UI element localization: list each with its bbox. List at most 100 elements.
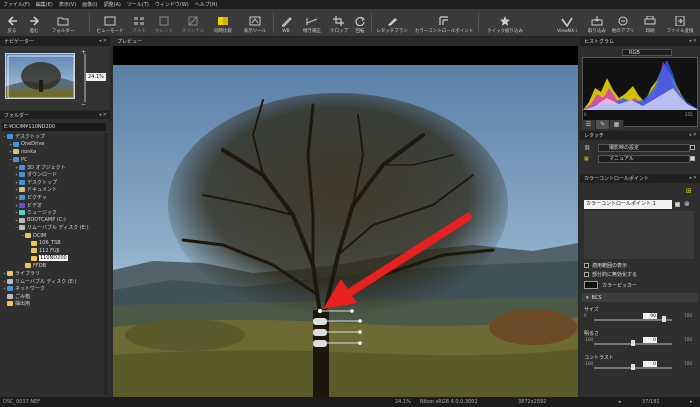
folder-tree-label: ビデオ	[27, 202, 43, 209]
panel-controls-icon[interactable]: ◂ ✕	[689, 175, 697, 181]
preview-image[interactable]	[113, 65, 578, 407]
prev-image-icon[interactable]: ◂	[618, 399, 621, 405]
menu-adjust[interactable]: 調整(A)	[104, 1, 121, 8]
folder-tree-item[interactable]: + BOOTCAMP (C:)	[0, 217, 108, 225]
crop-button[interactable]: クロップ	[328, 10, 350, 36]
retouch-shot-settings-checkbox[interactable]	[690, 145, 695, 150]
folder-icon	[31, 240, 37, 246]
color-picker-row[interactable]: カラーピッカー	[584, 281, 637, 289]
folder-tree-item[interactable]: − PC	[0, 156, 108, 164]
folder-scrollbar[interactable]	[104, 133, 108, 395]
folder-path-field[interactable]: E:¥DCIM¥110ND200	[2, 123, 106, 131]
retouch-row-manual[interactable]: ▦ マニュアル	[584, 155, 690, 163]
ccp-enable-checkbox[interactable]	[675, 202, 680, 207]
retouch-manual-checkbox[interactable]	[690, 156, 695, 161]
folder-icon	[13, 149, 19, 155]
other-apps-button[interactable]: 他のアプリ	[611, 10, 635, 36]
folder-tree-item[interactable]: 112 FUJI	[0, 247, 108, 255]
ccp-disable-partial-option[interactable]: 部分的に無効化する	[584, 271, 637, 278]
menu-window[interactable]: ウィンドウ(W)	[155, 1, 189, 8]
menu-tools[interactable]: ツール(T)	[127, 1, 149, 8]
arrow-right-icon	[28, 15, 40, 26]
folder-tree-label: OneDrive	[21, 141, 45, 148]
menu-view[interactable]: 表示(V)	[59, 1, 76, 8]
folder-tree-label: ミュージック	[27, 210, 57, 217]
import-button[interactable]: 取り込み	[587, 10, 607, 36]
retouch-manual-select[interactable]: マニュアル	[598, 155, 690, 163]
retouch-shot-settings-select[interactable]: 撮影時の設定	[598, 144, 690, 152]
menu-file[interactable]: ファイル(F)	[3, 1, 30, 8]
panel-controls-icon[interactable]: ◂ ✕	[689, 38, 697, 44]
file-output-button[interactable]: ファイル変換	[665, 10, 695, 36]
folder-tree-item[interactable]: + ビデオ	[0, 201, 108, 209]
folder-button[interactable]: フォルダー	[50, 10, 76, 36]
folder-tree-item[interactable]: − デスクトップ	[0, 133, 108, 141]
histogram-channel-select[interactable]: RGB	[622, 49, 672, 56]
add-control-point-icon[interactable]: ⊞	[686, 187, 692, 195]
zoom-out-icon[interactable]: −	[81, 101, 86, 108]
tab-edit[interactable]: ✎	[596, 120, 610, 129]
back-button[interactable]: 戻る	[5, 10, 19, 36]
navigator-thumbnail[interactable]	[5, 53, 75, 99]
viewnx-button[interactable]: ViewNX-i	[555, 10, 579, 36]
ccp-header: カラーコントロールポイント ◂ ✕	[580, 174, 700, 183]
color-swatch[interactable]	[584, 281, 598, 289]
compare-button[interactable]: 同時比較	[211, 10, 235, 36]
menu-edit[interactable]: 編集(E)	[36, 1, 53, 8]
slider-thumb[interactable]	[631, 340, 635, 346]
slider-track[interactable]	[594, 319, 672, 321]
folder-tree-item[interactable]: 106_TSB	[0, 239, 108, 247]
folder-tree-item[interactable]: + リムーバブル ディスク (E:)	[0, 277, 108, 285]
folder-tree-item[interactable]: ごみ箱	[0, 292, 108, 300]
panel-controls-icon[interactable]: ◂ ✕	[99, 38, 107, 44]
folder-tree-item[interactable]: + デスクトップ	[0, 179, 108, 187]
current-button[interactable]: カレント	[153, 10, 175, 36]
tilt-button[interactable]: 傾き補正	[300, 10, 324, 36]
original-button[interactable]: オリジナル	[180, 10, 206, 36]
panel-controls-icon[interactable]: ◂ ✕	[99, 112, 107, 118]
folder-tree-item[interactable]: − リムーバブル ディスク (E:)	[0, 224, 108, 232]
ccp-name-field[interactable]: カラーコントロールポイント 1	[584, 200, 672, 209]
display-tool-button[interactable]: 表示ツール	[241, 10, 269, 36]
folder-tree-item[interactable]: + OneDrive	[0, 141, 108, 149]
slider-thumb[interactable]	[631, 364, 635, 370]
folder-tree-item[interactable]: − DCIM	[0, 232, 108, 240]
folder-tree-item[interactable]: + ミュージック	[0, 209, 108, 217]
bcs-group-select[interactable]: ▾ BCS	[582, 293, 698, 302]
retouch-header: レタッチ ◂ ✕	[580, 131, 700, 140]
retouch-brush-button[interactable]: レタッチブラシ	[374, 10, 410, 36]
forward-button[interactable]: 進む	[27, 10, 41, 36]
tab-adjust[interactable]: ☰	[582, 120, 596, 129]
folder-tree-item[interactable]: + ライブラリ	[0, 270, 108, 278]
show-area-checkbox[interactable]	[584, 263, 589, 268]
tab-info[interactable]: ▦	[610, 120, 624, 129]
menu-image[interactable]: 画像(I)	[82, 1, 97, 8]
folder-tree-item[interactable]: + ダウンロード	[0, 171, 108, 179]
folder-tree-item[interactable]: +3D オブジェクト	[0, 163, 108, 171]
slider-thumb[interactable]	[662, 316, 667, 322]
folder-tree-item[interactable]: + ネットワーク	[0, 285, 108, 293]
folder-tree-label: ピクチャ	[27, 195, 47, 202]
print-button[interactable]: 印刷	[643, 10, 657, 36]
folder-tree-item[interactable]: 110ND200	[0, 255, 108, 263]
folder-tree-item[interactable]: FFDB	[0, 262, 108, 270]
rotate-button[interactable]: 回転	[352, 10, 368, 36]
wb-button[interactable]: WB	[279, 10, 293, 36]
disable-partial-checkbox[interactable]	[584, 272, 589, 277]
color-control-point-button[interactable]: カラーコントロールポイント	[413, 10, 475, 36]
folder-tree-item[interactable]: + ピクチャ	[0, 194, 108, 202]
next-image-icon[interactable]: ▸	[690, 399, 693, 405]
quick-filter-button[interactable]: クイック絞り込み	[484, 10, 526, 36]
viewer-mode-button[interactable]: ビューモード	[95, 10, 125, 36]
panel-controls-icon[interactable]: ◂ ✕	[689, 132, 697, 138]
menu-help[interactable]: ヘルプ(H)	[195, 1, 218, 8]
multi-button[interactable]: マルチ	[130, 10, 148, 36]
folder-tree-item[interactable]: 抽出用	[0, 300, 108, 308]
folder-tree-item[interactable]: + nonka	[0, 148, 108, 156]
folder-tree-item[interactable]: + ドキュメント	[0, 186, 108, 194]
navigator-zoom-value[interactable]: 24.1%	[86, 73, 106, 81]
retouch-row-shot-settings[interactable]: ⛓ 撮影時の設定	[584, 144, 690, 152]
ccp-show-area-option[interactable]: 適用範囲の表示	[584, 262, 627, 269]
delete-icon[interactable]: ⊗	[684, 200, 690, 208]
folder-tree-label: nonka	[21, 148, 37, 155]
